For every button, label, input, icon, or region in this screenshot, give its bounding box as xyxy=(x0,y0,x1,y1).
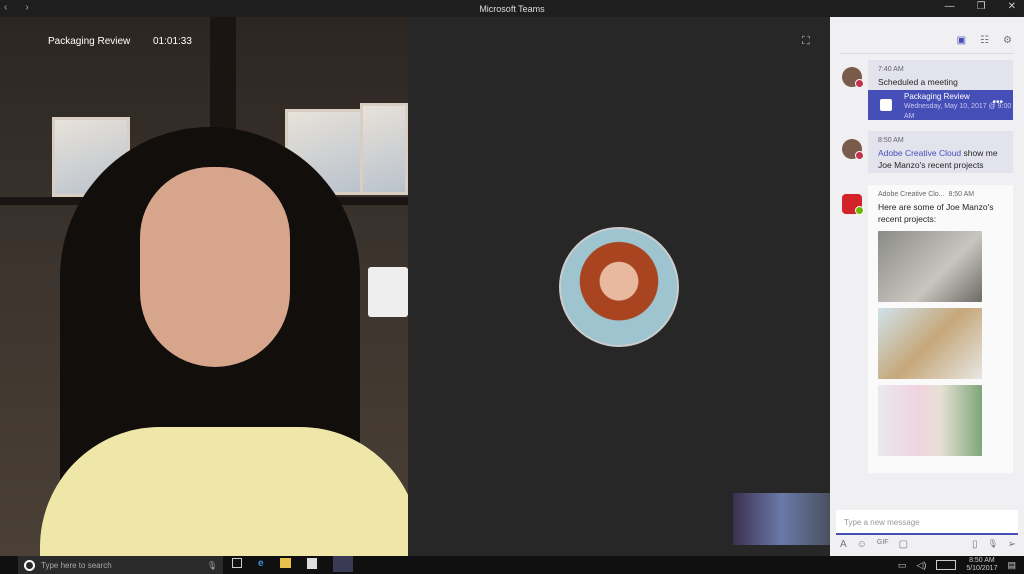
chat-message: Adobe Creative Clo... 8:50 AM Here are s… xyxy=(868,185,1013,473)
project-thumbnail[interactable] xyxy=(878,385,982,456)
volume-icon[interactable]: ◁) xyxy=(916,560,926,571)
mic-icon[interactable]: 🎙 xyxy=(207,561,217,570)
store-icon[interactable] xyxy=(306,558,317,569)
avatar xyxy=(842,139,864,160)
bot-avatar xyxy=(842,194,864,215)
meeting-name: Packaging Review xyxy=(48,36,131,47)
expand-icon[interactable]: ⛶ xyxy=(802,35,810,48)
task-view-icon[interactable] xyxy=(232,558,242,568)
project-thumbnail[interactable] xyxy=(878,308,982,379)
close-button[interactable]: ✕ xyxy=(1008,1,1016,12)
gif-icon[interactable]: GIF xyxy=(877,539,889,550)
mug xyxy=(368,267,408,317)
cortana-icon xyxy=(24,559,35,571)
edge-icon[interactable]: e xyxy=(258,558,264,572)
keyboard-icon[interactable] xyxy=(936,560,957,570)
back-button[interactable]: ‹ xyxy=(4,2,7,13)
forward-button[interactable]: › xyxy=(25,2,28,13)
calendar-icon xyxy=(880,99,892,111)
emoji-icon[interactable]: ☺ xyxy=(857,539,867,550)
taskbar-search[interactable]: Type here to search 🎙 xyxy=(18,556,223,574)
sticker-icon[interactable]: ▢ xyxy=(899,539,908,550)
send-icon[interactable]: ➢ xyxy=(1008,539,1016,550)
presenter xyxy=(40,127,408,556)
chat-message: 8:50 AM Adobe Creative Cloud show me Joe… xyxy=(868,131,1013,173)
message-input[interactable]: Type a new message xyxy=(836,510,1018,535)
window-title: Microsoft Teams xyxy=(479,3,545,14)
format-icon[interactable]: A xyxy=(840,539,847,550)
project-thumbnail[interactable] xyxy=(878,231,982,302)
chat-panel: ▣ ☷ ⚙ 7:40 AM Scheduled a meeting Packag… xyxy=(830,17,1024,556)
chat-icon[interactable]: ▣ xyxy=(957,35,966,46)
teams-icon[interactable] xyxy=(332,556,353,572)
restore-button[interactable]: ❐ xyxy=(977,1,986,12)
clock[interactable]: 8:50 AM 5/10/2017 xyxy=(966,557,997,573)
participants-icon[interactable]: ☷ xyxy=(980,35,989,46)
minimize-button[interactable]: — xyxy=(945,1,955,12)
more-options-icon[interactable]: ••• xyxy=(992,98,1003,108)
meeting-card[interactable]: Packaging Review Wednesday, May 10, 2017… xyxy=(868,90,1013,120)
presenter-video: Packaging Review 01:01:33 xyxy=(0,17,408,556)
file-explorer-icon[interactable] xyxy=(279,558,291,568)
call-duration: 01:01:33 xyxy=(153,36,192,47)
taskbar: Type here to search 🎙 e ▭ ◁) 8:50 AM 5/10… xyxy=(0,556,1024,574)
chat-message: 7:40 AM Scheduled a meeting xyxy=(868,60,1013,90)
notifications-icon[interactable]: ▤ xyxy=(1007,560,1016,571)
wifi-icon[interactable]: ▭ xyxy=(898,560,907,571)
avatar xyxy=(842,67,864,88)
attach-icon[interactable]: ▯ xyxy=(972,539,978,550)
title-bar: ‹ › Microsoft Teams — ❐ ✕ xyxy=(0,0,1024,17)
mention[interactable]: Adobe Creative Cloud xyxy=(878,148,961,158)
audio-icon[interactable]: 🎙 xyxy=(987,539,997,550)
divider xyxy=(840,53,1014,54)
self-video-preview[interactable] xyxy=(733,493,830,545)
settings-icon[interactable]: ⚙ xyxy=(1003,35,1012,46)
participant-avatar[interactable] xyxy=(559,227,679,347)
